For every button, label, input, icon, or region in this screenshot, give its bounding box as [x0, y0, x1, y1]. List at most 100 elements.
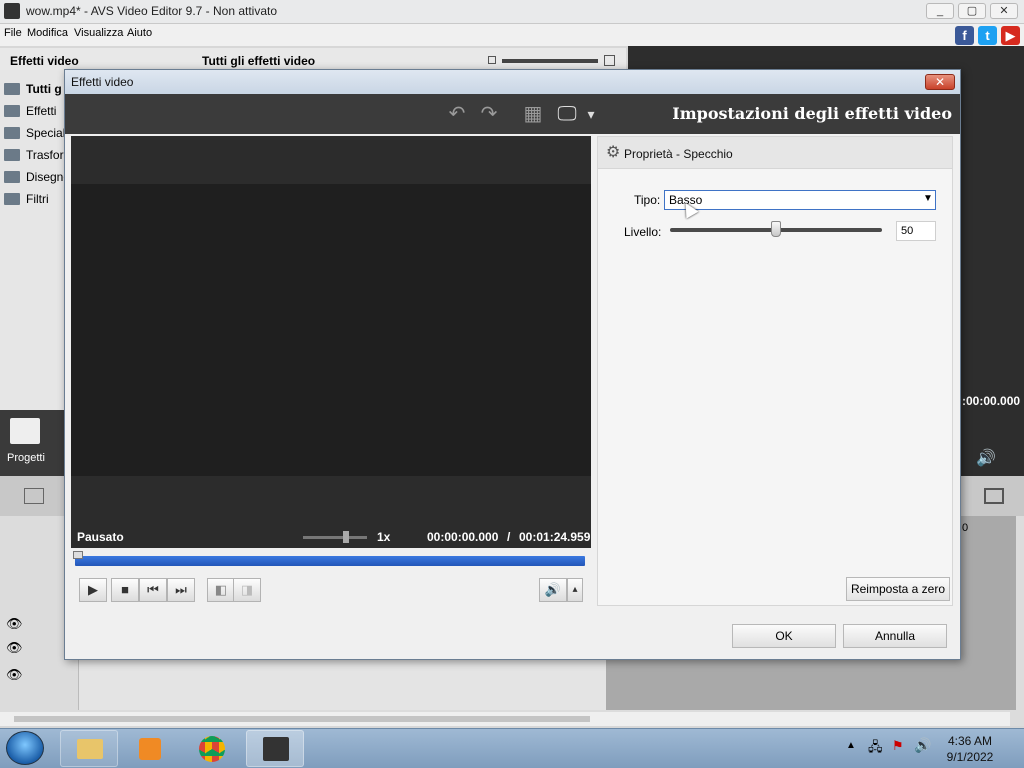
- volume-tray-icon[interactable]: 🔊: [914, 737, 931, 754]
- facebook-icon[interactable]: f: [955, 26, 974, 45]
- left-panel-header: Effetti video: [0, 48, 190, 70]
- folder-disegno[interactable]: Disegno: [4, 170, 66, 190]
- volume-icon[interactable]: 🔊: [539, 578, 567, 602]
- tipo-select[interactable]: Basso ▼: [664, 190, 936, 210]
- taskbar-media-player[interactable]: [120, 730, 178, 767]
- tray-expand-icon[interactable]: ▲: [846, 740, 856, 751]
- thumb-size-slider[interactable]: [502, 59, 598, 63]
- livello-slider-thumb[interactable]: [771, 221, 781, 237]
- folder-label: Disegno: [26, 170, 66, 184]
- tray-time: 4:36 AM: [947, 734, 993, 748]
- dialog-toolbar: ↶ ↷ ▦ 🖵 ▾ Impostazioni degli effetti vid…: [65, 94, 960, 134]
- minimize-button[interactable]: _: [926, 3, 954, 19]
- speed-slider-thumb[interactable]: [343, 531, 349, 543]
- start-button[interactable]: [6, 731, 44, 765]
- next-frame-button[interactable]: ⏭: [167, 578, 195, 602]
- dialog-heading: Impostazioni degli effetti video: [672, 104, 952, 123]
- speed-slider[interactable]: [303, 536, 367, 539]
- split-view-button[interactable]: ◧: [207, 578, 235, 602]
- restore-button[interactable]: ▢: [958, 3, 986, 19]
- monitor-icon[interactable]: 🖵: [555, 103, 579, 125]
- ok-button[interactable]: OK: [732, 624, 836, 648]
- size-small-icon[interactable]: [488, 56, 496, 64]
- main-preview-time: :00:00.000: [962, 394, 1021, 408]
- folder-label: Speciali: [26, 126, 66, 140]
- center-panel-header: Tutti gli effetti video: [190, 48, 626, 70]
- action-center-icon[interactable]: ⚑: [892, 738, 904, 754]
- eye-icon[interactable]: 👁: [6, 667, 23, 683]
- folder-icon: [4, 149, 20, 161]
- dialog-title: Effetti video: [71, 75, 134, 89]
- reset-button[interactable]: Reimposta a zero: [846, 577, 950, 601]
- cancel-button[interactable]: Annulla: [843, 624, 947, 648]
- app-icon: [4, 3, 20, 19]
- current-time: 00:00:00.000: [427, 530, 499, 544]
- menu-file[interactable]: File: [4, 27, 22, 39]
- effect-folder-list: Tutti g Effetti Speciali Trasfor Disegno…: [0, 70, 66, 410]
- volume-popup-button[interactable]: ▴: [567, 578, 583, 602]
- livello-input[interactable]: 50: [896, 221, 936, 241]
- effects-dialog: Effetti video ✕ ↶ ↷ ▦ 🖵 ▾ Impostazioni d…: [64, 69, 961, 660]
- folder-icon: [4, 171, 20, 183]
- main-volume-icon[interactable]: 🔊: [976, 448, 996, 468]
- split-view-alt-button[interactable]: ◨: [233, 578, 261, 602]
- folder-label: Tutti g: [26, 82, 62, 96]
- media-player-icon: [139, 738, 161, 760]
- tipo-label: Tipo:: [634, 193, 661, 207]
- menu-bar: [0, 24, 1024, 46]
- dialog-close-button[interactable]: ✕: [925, 74, 955, 90]
- properties-title: Proprietà - Specchio: [624, 147, 733, 161]
- folder-icon: [4, 193, 20, 205]
- folder-filtri[interactable]: Filtri: [4, 192, 66, 212]
- previous-frame-button[interactable]: ⏮: [139, 578, 167, 602]
- timeline-scrollbar[interactable]: [0, 712, 1010, 726]
- folder-effetti[interactable]: Effetti: [4, 104, 66, 124]
- folder-label: Filtri: [26, 192, 49, 206]
- size-large-icon[interactable]: [604, 55, 615, 66]
- clapperboard-icon: [10, 418, 40, 444]
- preview-top-band: [71, 136, 591, 184]
- eye-icon[interactable]: 👁: [6, 616, 23, 632]
- eye-icon[interactable]: 👁: [6, 640, 23, 656]
- menu-visualizza[interactable]: Visualizza: [74, 27, 123, 39]
- network-icon[interactable]: 🖧: [868, 738, 883, 760]
- storyboard-icon[interactable]: [24, 488, 44, 504]
- folder-all[interactable]: Tutti g: [4, 82, 66, 102]
- tray-clock[interactable]: 4:36 AM 9/1/2022: [940, 733, 1000, 765]
- center-panel-title: Tutti gli effetti video: [202, 54, 316, 68]
- folder-icon: [77, 739, 103, 759]
- menu-aiuto[interactable]: Aiuto: [127, 27, 152, 39]
- chevron-down-icon[interactable]: ▾: [579, 103, 603, 125]
- film-icon: [263, 737, 289, 761]
- close-app-button[interactable]: ✕: [990, 3, 1018, 19]
- chrome-icon: [199, 736, 225, 762]
- time-separator: /: [507, 530, 511, 544]
- scroll-thumb[interactable]: [14, 716, 590, 722]
- taskbar-explorer[interactable]: [60, 730, 118, 767]
- fit-timeline-icon[interactable]: [984, 488, 1004, 504]
- seek-bar[interactable]: [75, 556, 585, 566]
- folder-icon: [4, 83, 20, 95]
- twitter-icon[interactable]: t: [978, 26, 997, 45]
- playback-status-bar: Pausato 1x 00:00:00.000 / 00:01:24.959: [71, 526, 591, 548]
- taskbar-avs-editor[interactable]: [246, 730, 304, 767]
- seek-thumb[interactable]: [73, 551, 83, 559]
- speed-label: 1x: [377, 530, 391, 544]
- folder-label: Trasfor: [26, 148, 64, 162]
- stop-button[interactable]: ■: [111, 578, 139, 602]
- tray-date: 9/1/2022: [946, 750, 994, 764]
- gear-icon: ⚙: [606, 144, 621, 161]
- redo-icon[interactable]: ↷: [477, 103, 501, 125]
- undo-icon[interactable]: ↶: [445, 103, 469, 125]
- grid-icon[interactable]: ▦: [521, 103, 545, 125]
- livello-label: Livello:: [624, 225, 662, 239]
- properties-header: ⚙ Proprietà - Specchio: [598, 137, 952, 169]
- projects-button[interactable]: Progetti: [0, 410, 66, 476]
- folder-trasformazioni[interactable]: Trasfor: [4, 148, 66, 168]
- youtube-icon[interactable]: ▶: [1001, 26, 1020, 45]
- menu-modifica[interactable]: Modifica: [27, 27, 68, 39]
- taskbar-chrome[interactable]: [182, 730, 240, 767]
- folder-speciali[interactable]: Speciali: [4, 126, 66, 146]
- properties-panel: ⚙ Proprietà - Specchio Tipo: Basso ▼ Liv…: [597, 136, 953, 606]
- play-button[interactable]: ▶: [79, 578, 107, 602]
